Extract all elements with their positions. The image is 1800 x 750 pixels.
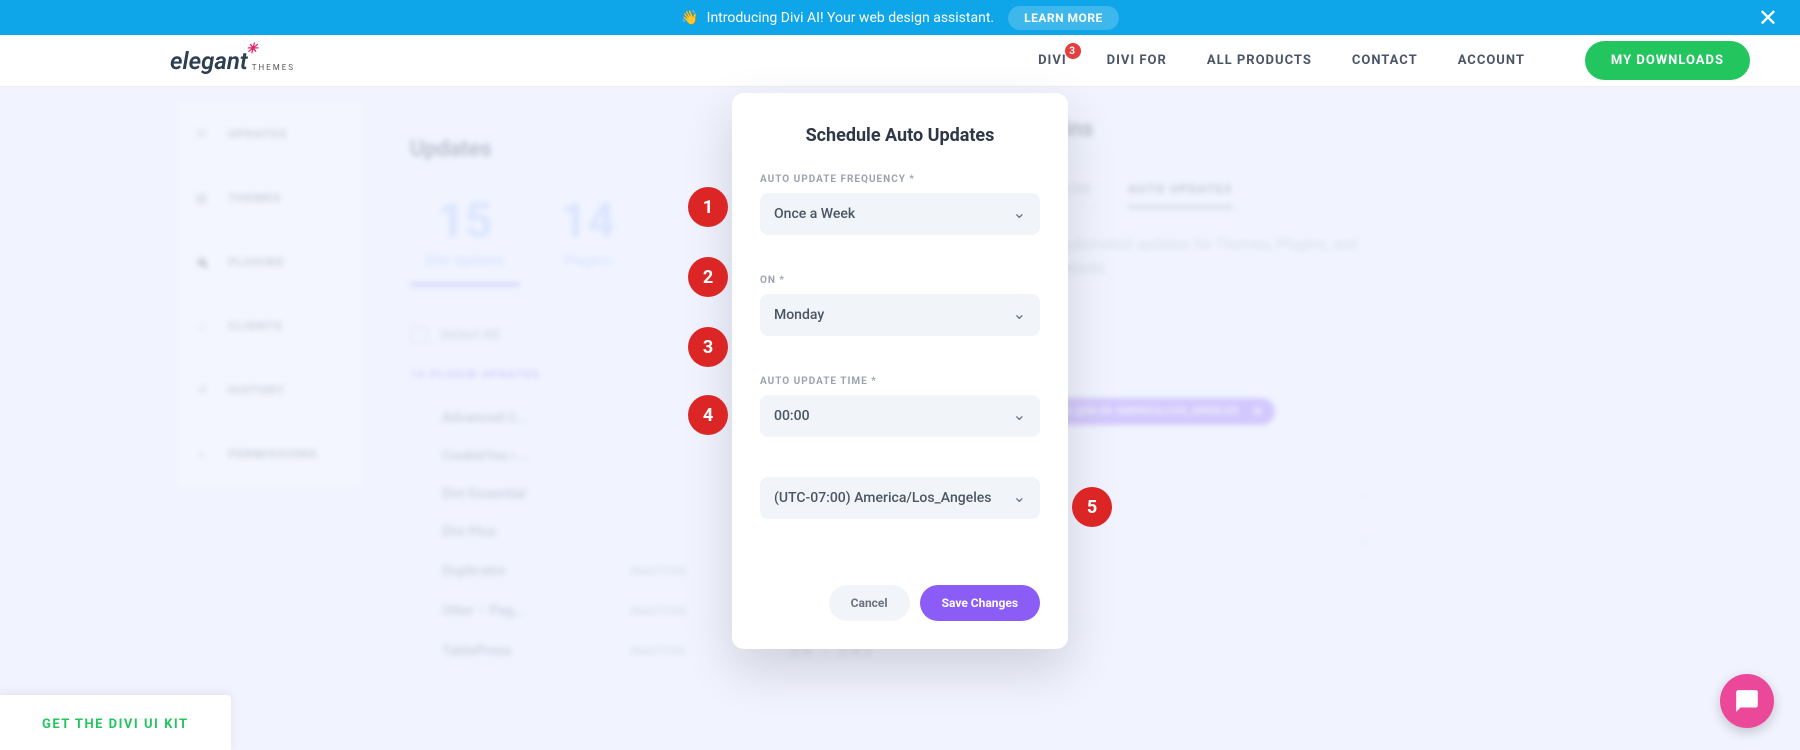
schedule-modal: Schedule Auto Updates AUTO UPDATE FREQUE… <box>732 93 1068 649</box>
save-changes-button[interactable]: Save Changes <box>920 585 1040 621</box>
announcement-bar: 👋 Introducing Divi AI! Your web design a… <box>0 0 1800 35</box>
frequency-label: AUTO UPDATE FREQUENCY * <box>760 174 1040 185</box>
bottom-cta-label: GET THE DIVI UI KIT <box>42 717 189 732</box>
timezone-select[interactable]: (UTC-07:00) America/Los_Angeles <box>760 477 1040 519</box>
marker-3: 3 <box>688 327 728 367</box>
my-downloads-button[interactable]: MY DOWNLOADS <box>1585 41 1750 80</box>
time-label: AUTO UPDATE TIME * <box>760 376 1040 387</box>
main-nav: DIVI3 DIVI FOR ALL PRODUCTS CONTACT ACCO… <box>1038 41 1750 80</box>
cancel-button[interactable]: Cancel <box>829 585 910 621</box>
nav-account[interactable]: ACCOUNT <box>1458 53 1525 68</box>
bottom-cta[interactable]: GET THE DIVI UI KIT <box>0 695 231 750</box>
nav-contact[interactable]: CONTACT <box>1352 53 1418 68</box>
marker-1: 1 <box>688 187 728 227</box>
announcement-text: Introducing Divi AI! Your web design ass… <box>707 10 994 26</box>
on-label: ON * <box>760 275 1040 286</box>
chat-bubble[interactable] <box>1720 674 1774 728</box>
marker-4: 4 <box>688 395 728 435</box>
learn-more-button[interactable]: LEARN MORE <box>1008 6 1119 30</box>
wave-icon: 👋 <box>681 10 698 26</box>
main-content: ⟳UPDATES ▤THEMES 🔌PLUGINS ☺CLIENTS ↺HIST… <box>0 87 1800 750</box>
chat-icon <box>1734 688 1760 714</box>
nav-badge: 3 <box>1065 43 1081 59</box>
nav-products[interactable]: ALL PRODUCTS <box>1207 53 1312 68</box>
close-icon[interactable]: ✕ <box>1758 4 1778 32</box>
day-select[interactable]: Monday <box>760 294 1040 336</box>
marker-2: 2 <box>688 257 728 297</box>
marker-5: 5 <box>1072 487 1112 527</box>
logo-subtext: THEMES <box>252 63 295 72</box>
logo-text: elegant✳ <box>170 47 248 75</box>
modal-title: Schedule Auto Updates <box>760 125 1040 146</box>
nav-divi-for[interactable]: DIVI FOR <box>1107 53 1167 68</box>
modal-overlay: Schedule Auto Updates AUTO UPDATE FREQUE… <box>0 87 1800 750</box>
frequency-select[interactable]: Once a Week <box>760 193 1040 235</box>
header: elegant✳ THEMES DIVI3 DIVI FOR ALL PRODU… <box>0 35 1800 87</box>
time-select[interactable]: 00:00 <box>760 395 1040 437</box>
nav-divi[interactable]: DIVI3 <box>1038 53 1067 68</box>
logo[interactable]: elegant✳ THEMES <box>170 47 295 75</box>
